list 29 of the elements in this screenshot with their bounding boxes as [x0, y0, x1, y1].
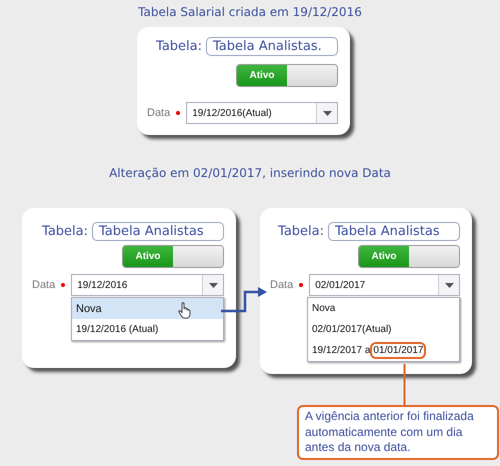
table-label: Tabela: — [278, 224, 324, 239]
table-name-field[interactable]: Tabela Analistas — [92, 222, 224, 241]
dropdown-option[interactable]: 02/01/2017(Atual) — [308, 319, 459, 340]
table-name-field[interactable]: Tabela Analistas. — [206, 37, 338, 56]
date-label: Data — [270, 279, 294, 291]
section-heading: Tabela Salarial criada em 19/12/2016 — [137, 4, 363, 19]
caret-down-icon — [322, 110, 332, 116]
section-heading: Alteração em 02/01/2017, inserindo nova Data — [108, 166, 392, 180]
date-select[interactable]: 02/01/2017 — [309, 274, 460, 296]
dropdown-option[interactable]: 19/12/2016 (Atual) — [72, 319, 223, 340]
table-name-field[interactable]: Tabela Analistas — [328, 222, 460, 241]
leader-line — [403, 364, 406, 406]
date-select[interactable]: 19/12/2016 — [71, 274, 224, 296]
date-select[interactable]: 19/12/2016(Atual) — [186, 102, 338, 124]
date-label: Data — [147, 107, 170, 119]
table-label: Tabela: — [42, 224, 88, 239]
date-label: Data — [32, 279, 56, 291]
table-label: Tabela: — [156, 39, 202, 54]
hand-cursor-icon — [178, 302, 192, 319]
required-dot-icon — [176, 111, 180, 115]
callout-note: A vigência anterior foi finalizada automaticamente com um dia antes da nova data. — [297, 405, 499, 460]
required-dot-icon — [61, 283, 66, 287]
dropdown-option[interactable]: Nova — [72, 298, 223, 319]
required-dot-icon — [299, 283, 304, 287]
caret-down-icon — [444, 282, 454, 288]
dropdown-option[interactable]: 19/12/2017 a — [312, 345, 370, 356]
caret-down-icon — [208, 282, 218, 288]
connector-arrow — [221, 286, 269, 313]
dropdown-option[interactable]: Nova — [308, 298, 459, 319]
